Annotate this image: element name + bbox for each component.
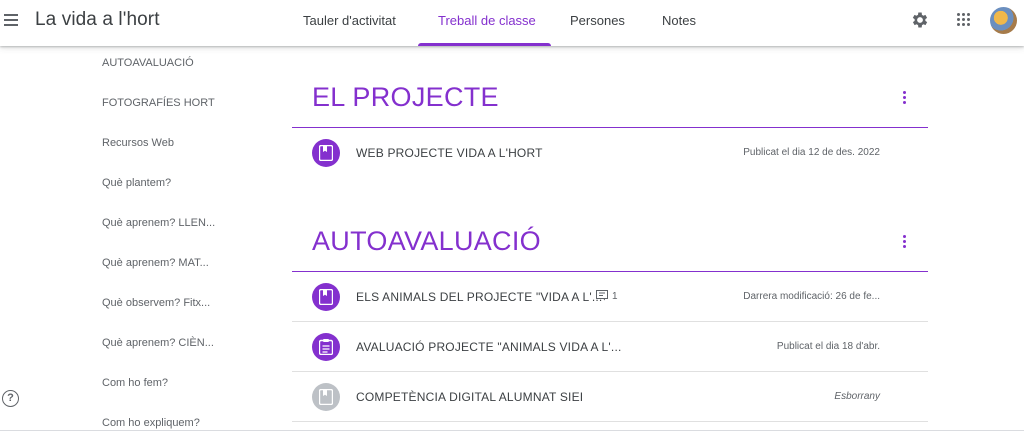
comment-icon [596, 290, 608, 301]
item-title: ELS ANIMALS DEL PROJECTE "VIDA A L'... [356, 290, 603, 304]
sidebar-item-com-ho-fem[interactable]: Com ho fem? [102, 377, 168, 389]
topic-sidebar: AUTOAVALUACIÓ FOTOGRAFÍES HORT Recursos … [0, 46, 230, 436]
material-icon [312, 283, 340, 311]
menu-icon[interactable] [4, 8, 22, 30]
assignment-icon [312, 333, 340, 361]
item-title: COMPETÈNCIA DIGITAL ALUMNAT SIEI [356, 390, 584, 404]
classwork-item[interactable]: WEB PROJECTE VIDA A L'HORT Publicat el d… [292, 128, 928, 178]
classwork-item[interactable]: AVALUACIÓ PROJECTE "ANIMALS VIDA A L'...… [292, 322, 928, 372]
classwork-list: EL PROJECTE WEB PROJECTE VIDA A L'HORT P… [292, 46, 928, 436]
classwork-item[interactable]: ELS ANIMALS DEL PROJECTE "VIDA A L'... 1… [292, 272, 928, 322]
item-date: Publicat el dia 12 de des. 2022 [743, 147, 880, 158]
tab-grades[interactable]: Notes [662, 13, 696, 28]
apps-grid-icon[interactable] [957, 13, 971, 27]
tab-stream[interactable]: Tauler d'activitat [303, 13, 396, 28]
tab-people[interactable]: Persones [570, 13, 625, 28]
classwork-item[interactable]: COMPETÈNCIA DIGITAL ALUMNAT SIEI Esborra… [292, 372, 928, 422]
material-icon [312, 139, 340, 167]
comment-count[interactable]: 1 [596, 290, 618, 302]
class-title[interactable]: La vida a l'hort [35, 9, 160, 31]
sidebar-item-que-aprenem-ciencies[interactable]: Què aprenem? CIÈN... [102, 337, 214, 349]
sidebar-item-que-aprenem-mat[interactable]: Què aprenem? MAT... [102, 257, 209, 269]
topic-title: AUTOAVALUACIÓ [312, 226, 541, 256]
sidebar-item-com-ho-expliquem[interactable]: Com ho expliquem? [102, 417, 200, 429]
sidebar-item-que-plantem[interactable]: Què plantem? [102, 177, 171, 189]
avatar[interactable] [990, 7, 1017, 34]
material-icon [312, 383, 340, 411]
sidebar-item-recursos-web[interactable]: Recursos Web [102, 137, 174, 149]
more-options-icon[interactable] [898, 91, 910, 107]
item-title: AVALUACIÓ PROJECTE "ANIMALS VIDA A L'... [356, 340, 622, 354]
sidebar-item-fotografies-hort[interactable]: FOTOGRAFÍES HORT [102, 97, 215, 109]
sidebar-item-autoavaluacio[interactable]: AUTOAVALUACIÓ [102, 57, 194, 69]
help-icon[interactable]: ? [2, 390, 19, 407]
item-title: WEB PROJECTE VIDA A L'HORT [356, 146, 543, 160]
draft-status: Esborrany [834, 391, 880, 402]
settings-gear-icon[interactable] [910, 10, 930, 30]
more-options-icon[interactable] [898, 235, 910, 251]
top-app-bar: La vida a l'hort Tauler d'activitat Treb… [0, 0, 1024, 46]
divider [0, 430, 1024, 431]
active-tab-indicator [418, 43, 551, 46]
sidebar-item-que-aprenem-llengua[interactable]: Què aprenem? LLEN... [102, 217, 215, 229]
tab-classwork[interactable]: Treball de classe [438, 13, 536, 28]
topic-title: EL PROJECTE [312, 82, 499, 112]
item-date: Darrera modificació: 26 de fe... [743, 291, 880, 302]
item-date: Publicat el dia 18 d'abr. [776, 341, 880, 352]
sidebar-item-que-observem[interactable]: Què observem? Fitx... [102, 297, 210, 309]
